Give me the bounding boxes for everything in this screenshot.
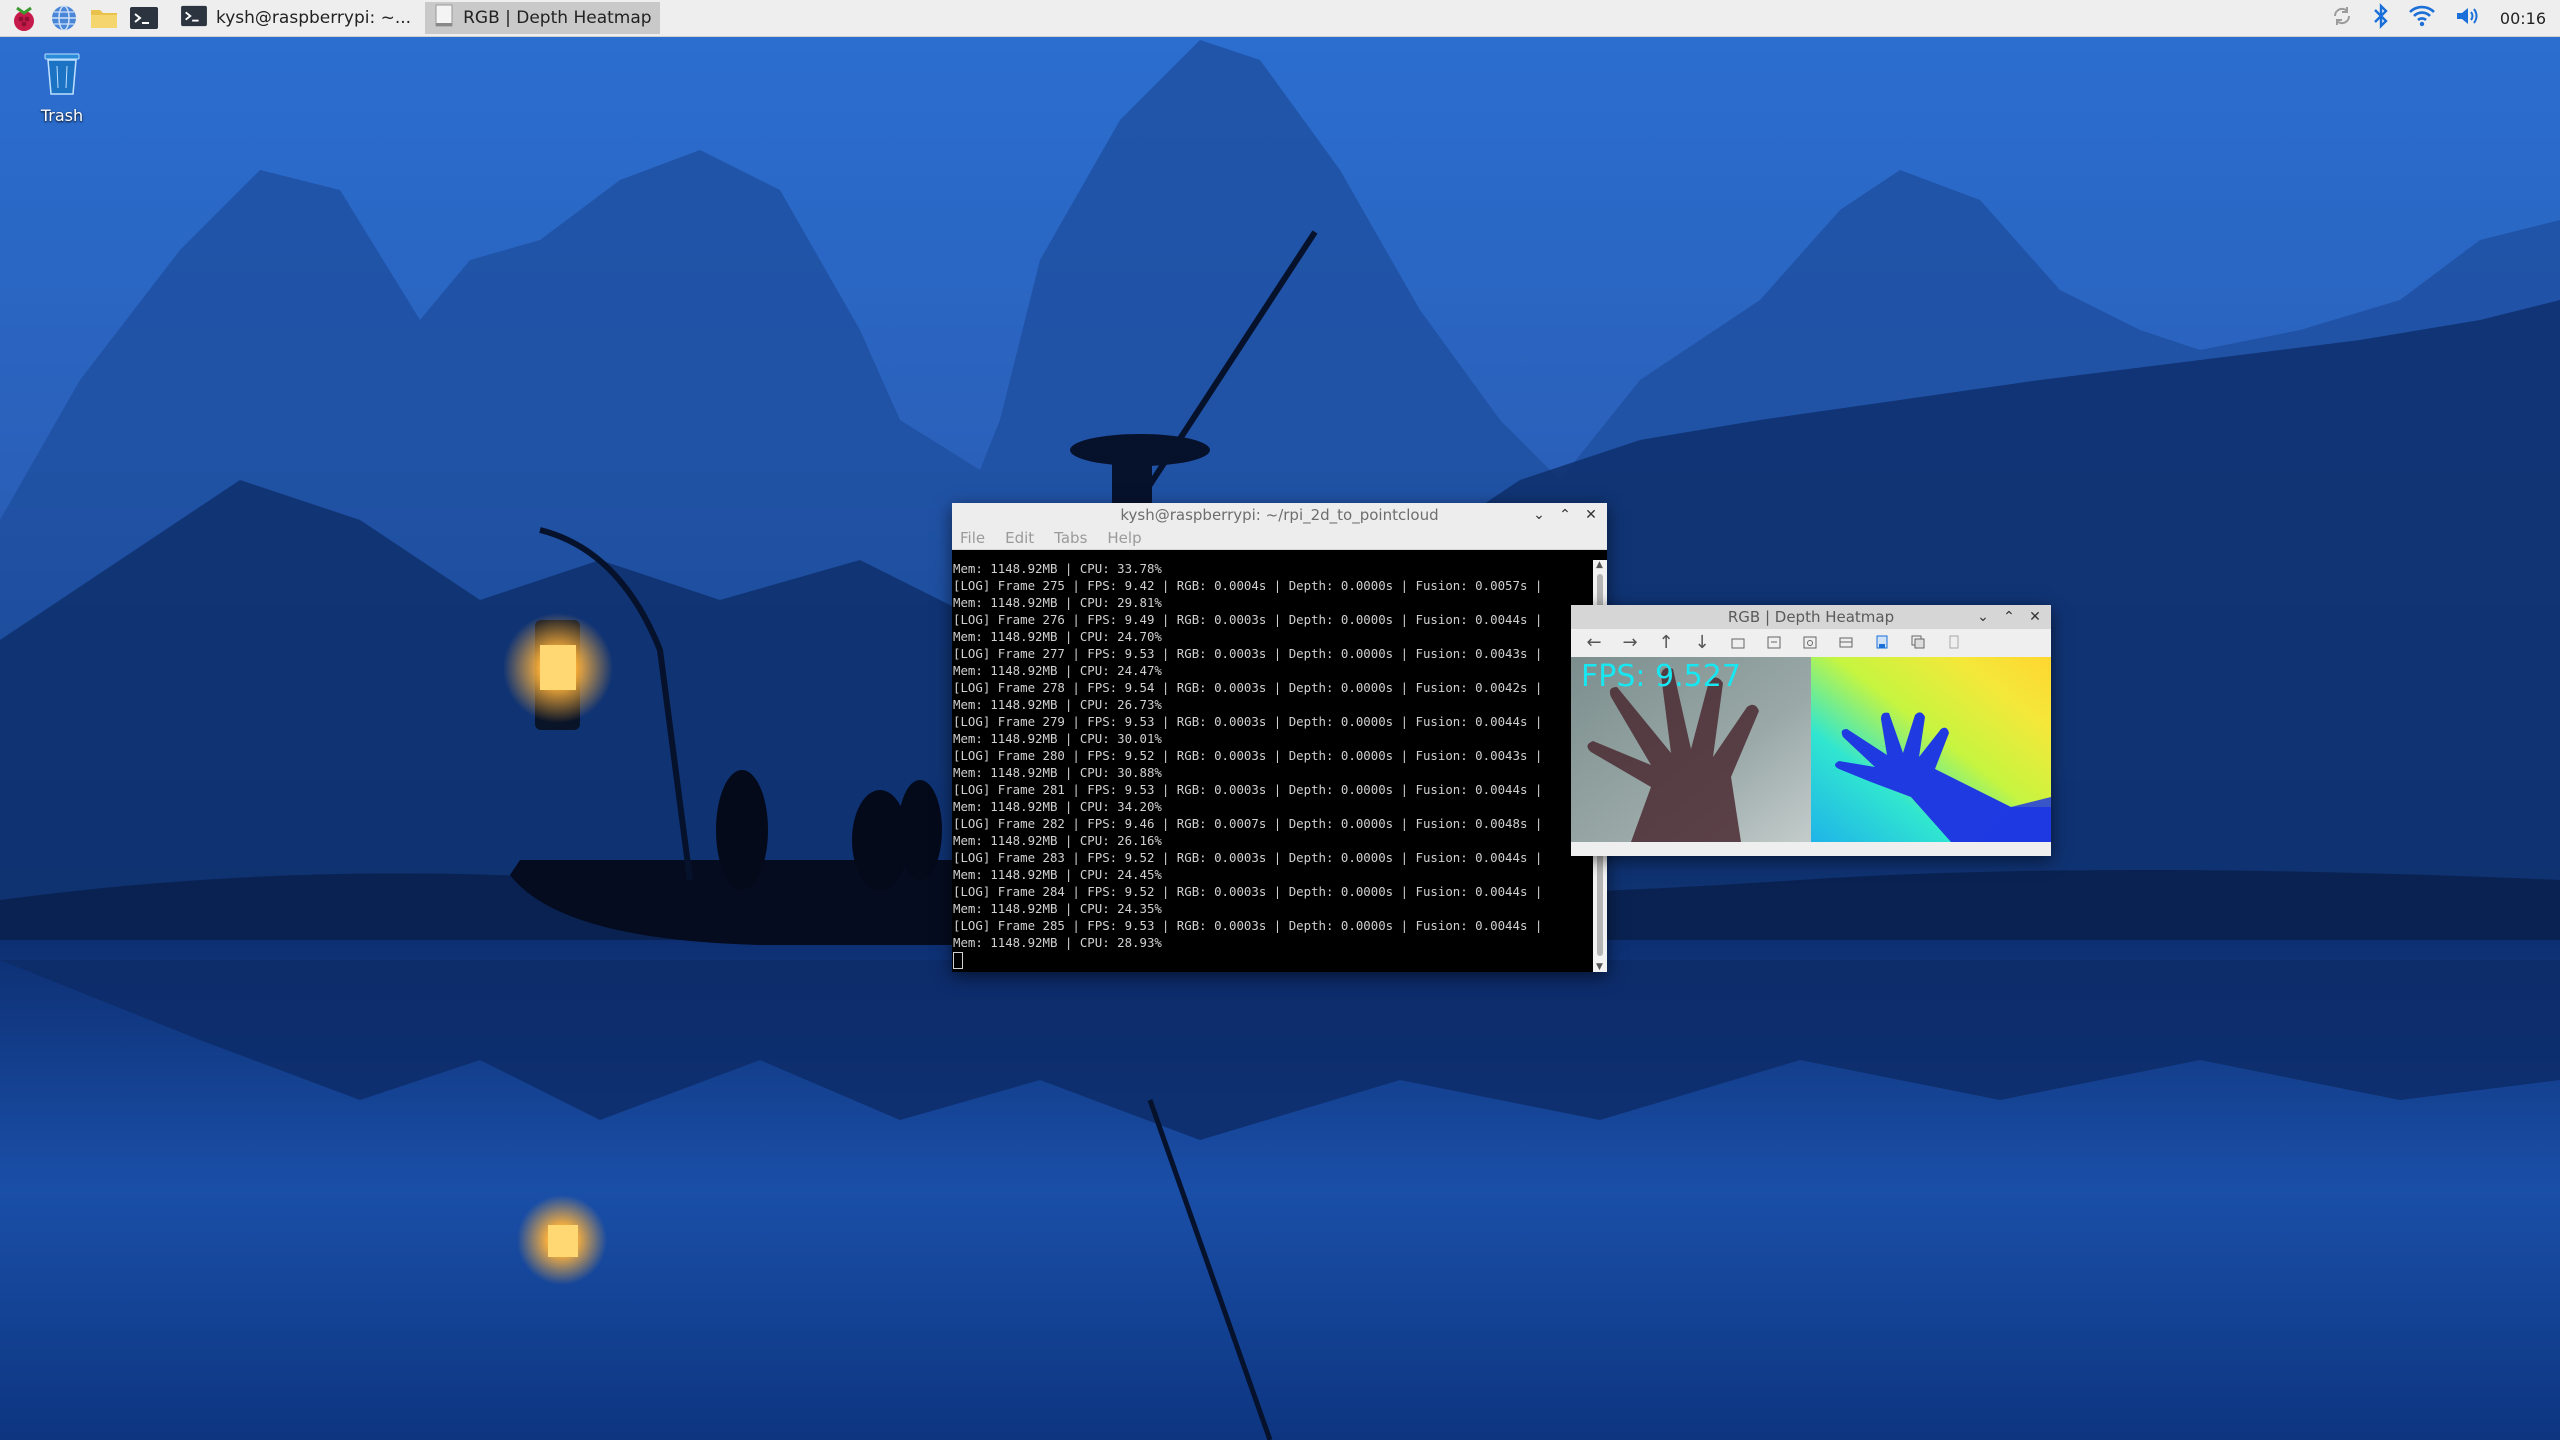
rgb-camera-view: FPS: 9.527 (1571, 657, 1811, 842)
terminal-line: [LOG] Frame 275 | FPS: 9.42 | RGB: 0.000… (953, 578, 1543, 593)
menu-tabs[interactable]: Tabs (1054, 529, 1087, 547)
minimize-chevron-down-icon[interactable]: ⌄ (1531, 507, 1547, 523)
volume-icon[interactable] (2454, 4, 2482, 32)
window-title: RGB | Depth Heatmap (1727, 608, 1895, 626)
minimize-chevron-down-icon[interactable]: ⌄ (1975, 609, 1991, 625)
terminal-line: [LOG] Frame 279 | FPS: 9.53 | RGB: 0.000… (953, 714, 1543, 729)
forward-arrow-icon[interactable]: → (1617, 631, 1643, 653)
heatmap-window: RGB | Depth Heatmap ⌄ ⌃ ✕ ← → ↑ ↓ FPS: 9… (1571, 605, 2051, 856)
taskbar-task-label: kysh@raspberrypi: ~... (216, 8, 412, 28)
taskbar: kysh@raspberrypi: ~... RGB | Depth Heatm… (0, 0, 2560, 37)
desktop-icon-label: Trash (40, 106, 84, 125)
depth-heatmap-view (1811, 657, 2051, 842)
close-icon[interactable]: ✕ (2027, 609, 2043, 625)
pan-icon[interactable] (1761, 631, 1787, 653)
terminal-line: [LOG] Frame 276 | FPS: 9.49 | RGB: 0.000… (953, 612, 1543, 627)
terminal-line: [LOG] Frame 285 | FPS: 9.53 | RGB: 0.000… (953, 918, 1543, 933)
terminal-output[interactable]: Mem: 1148.92MB | CPU: 33.78% [LOG] Frame … (952, 560, 1594, 972)
terminal-line: [LOG] Frame 283 | FPS: 9.52 | RGB: 0.000… (953, 850, 1543, 865)
clock[interactable]: 00:16 (2500, 9, 2546, 28)
settings-icon[interactable] (1941, 631, 1967, 653)
close-icon[interactable]: ✕ (1583, 507, 1599, 523)
terminal-line: Mem: 1148.92MB | CPU: 34.20% (953, 799, 1162, 814)
home-icon[interactable] (1725, 631, 1751, 653)
terminal-menubar: File Edit Tabs Help (952, 527, 1607, 550)
terminal-line: Mem: 1148.92MB | CPU: 30.88% (953, 765, 1162, 780)
terminal-line: Mem: 1148.92MB | CPU: 24.70% (953, 629, 1162, 644)
taskbar-task-heatmap[interactable]: RGB | Depth Heatmap (425, 2, 660, 34)
terminal-prompt-line[interactable] (953, 951, 1594, 969)
heatmap-toolbar: ← → ↑ ↓ (1571, 629, 2051, 655)
terminal-titlebar[interactable]: kysh@raspberrypi: ~/rpi_2d_to_pointcloud… (952, 503, 1607, 527)
desktop-icon-trash[interactable]: Trash (32, 48, 92, 125)
terminal-line: Mem: 1148.92MB | CPU: 30.01% (953, 731, 1162, 746)
terminal-line: [LOG] Frame 280 | FPS: 9.52 | RGB: 0.000… (953, 748, 1543, 763)
bluetooth-icon[interactable] (2372, 3, 2390, 33)
trash-icon (39, 53, 85, 102)
terminal-icon (180, 4, 208, 33)
taskbar-task-label: RGB | Depth Heatmap (463, 8, 652, 28)
system-tray: 00:16 (2330, 0, 2546, 36)
maximize-chevron-up-icon[interactable]: ⌃ (2001, 609, 2017, 625)
scroll-down-arrow-icon[interactable]: ▼ (1596, 962, 1603, 972)
update-sync-icon[interactable] (2330, 4, 2354, 32)
menu-edit[interactable]: Edit (1005, 529, 1034, 547)
up-arrow-icon[interactable]: ↑ (1653, 631, 1679, 653)
browser-globe-icon[interactable] (46, 0, 82, 36)
terminal-line: Mem: 1148.92MB | CPU: 24.35% (953, 901, 1162, 916)
terminal-line: Mem: 1148.92MB | CPU: 24.45% (953, 867, 1162, 882)
raspberry-menu-icon[interactable] (6, 0, 42, 36)
window-icon (433, 4, 455, 33)
window-title: kysh@raspberrypi: ~/rpi_2d_to_pointcloud (1120, 506, 1439, 524)
terminal-line: Mem: 1148.92MB | CPU: 24.47% (953, 663, 1162, 678)
taskbar-task-terminal[interactable]: kysh@raspberrypi: ~... (172, 2, 419, 34)
wifi-icon[interactable] (2408, 4, 2436, 32)
terminal-line: Mem: 1148.92MB | CPU: 26.73% (953, 697, 1162, 712)
save-icon[interactable] (1869, 631, 1895, 653)
terminal-line: Mem: 1148.92MB | CPU: 33.78% (953, 561, 1162, 576)
heatmap-titlebar[interactable]: RGB | Depth Heatmap ⌄ ⌃ ✕ (1571, 605, 2051, 629)
copy-icon[interactable] (1905, 631, 1931, 653)
back-arrow-icon[interactable]: ← (1581, 631, 1607, 653)
terminal-line: [LOG] Frame 278 | FPS: 9.54 | RGB: 0.000… (953, 680, 1543, 695)
down-arrow-icon[interactable]: ↓ (1689, 631, 1715, 653)
heatmap-display: FPS: 9.527 (1571, 657, 2051, 842)
file-manager-folder-icon[interactable] (86, 0, 122, 36)
maximize-chevron-up-icon[interactable]: ⌃ (1557, 507, 1573, 523)
fps-overlay: FPS: 9.527 (1581, 659, 1741, 694)
terminal-line: Mem: 1148.92MB | CPU: 28.93% (953, 935, 1162, 950)
terminal-line: [LOG] Frame 281 | FPS: 9.53 | RGB: 0.000… (953, 782, 1543, 797)
terminal-line: [LOG] Frame 284 | FPS: 9.52 | RGB: 0.000… (953, 884, 1543, 899)
scroll-up-arrow-icon[interactable]: ▲ (1596, 560, 1603, 570)
terminal-line: [LOG] Frame 282 | FPS: 9.46 | RGB: 0.000… (953, 816, 1543, 831)
zoom-icon[interactable] (1797, 631, 1823, 653)
menu-file[interactable]: File (960, 529, 985, 547)
terminal-line: Mem: 1148.92MB | CPU: 29.81% (953, 595, 1162, 610)
terminal-line: [LOG] Frame 277 | FPS: 9.53 | RGB: 0.000… (953, 646, 1543, 661)
terminal-window: kysh@raspberrypi: ~/rpi_2d_to_pointcloud… (952, 503, 1607, 972)
menu-help[interactable]: Help (1107, 529, 1141, 547)
terminal-icon[interactable] (126, 0, 162, 36)
fit-icon[interactable] (1833, 631, 1859, 653)
text-cursor (953, 952, 963, 969)
terminal-line: Mem: 1148.92MB | CPU: 26.16% (953, 833, 1162, 848)
